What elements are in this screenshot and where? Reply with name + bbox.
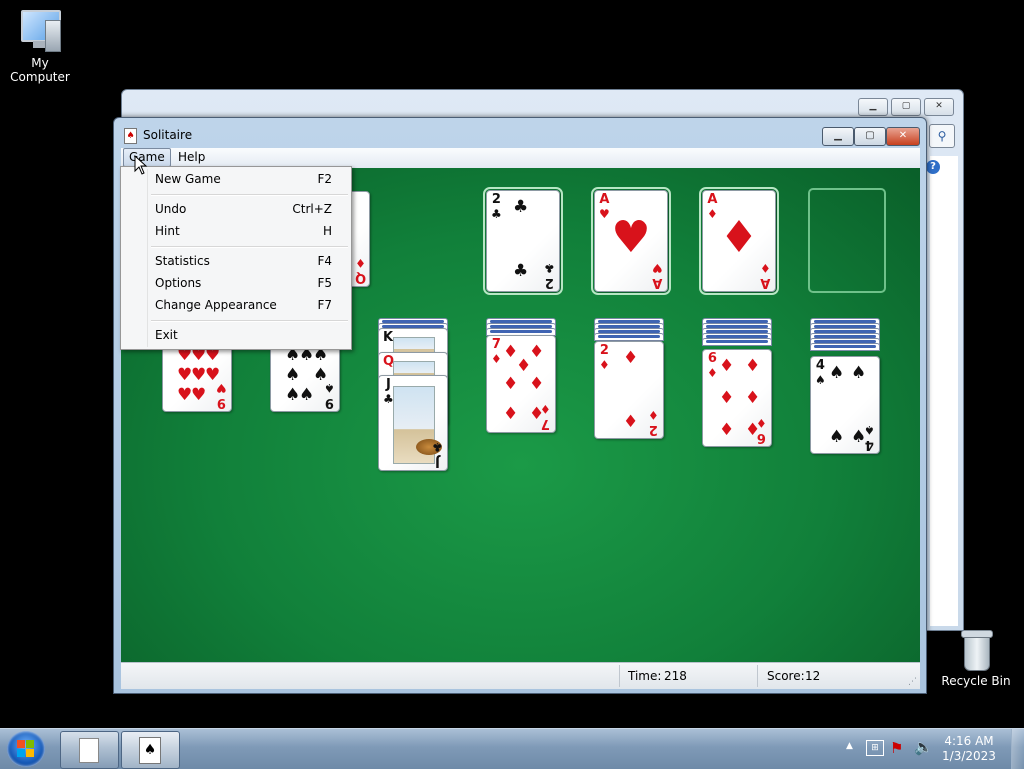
face-down-card <box>702 338 772 346</box>
menu-item-statistics[interactable]: Statistics F4 <box>155 251 332 271</box>
menu-separator <box>151 194 348 196</box>
face-down-card <box>594 333 664 341</box>
recycle-bin-label: Recycle Bin <box>941 674 1011 688</box>
resize-grip-icon[interactable]: ⋰ <box>908 677 918 687</box>
menu-item-hint[interactable]: Hint H <box>155 221 332 241</box>
menu-item-new-game[interactable]: New Game F2 <box>155 169 332 189</box>
foundation-2[interactable]: A ♥ ♥ A ♥ <box>591 187 671 295</box>
recycle-bin-desktop-icon[interactable]: Recycle Bin <box>936 630 1016 688</box>
time-label: Time: <box>628 669 662 683</box>
window-title: Solitaire <box>143 128 193 142</box>
clock-date: 1/3/2023 <box>942 749 996 763</box>
document-icon <box>79 738 99 763</box>
action-center-flag-icon[interactable]: ⚑ <box>890 739 903 757</box>
solitaire-app-icon: ♠ <box>124 128 137 144</box>
bg-maximize-button[interactable]: ▢ <box>891 98 921 116</box>
mouse-pointer-icon <box>134 155 148 175</box>
system-clock[interactable]: 4:16 AM 1/3/2023 <box>934 734 1004 764</box>
menu-separator <box>151 246 348 248</box>
menu-help[interactable]: Help <box>173 149 210 166</box>
bg-window-content <box>930 156 958 626</box>
tableau-5-card[interactable]: 2 ♦ ♦ ♦ 2 ♦ <box>594 341 664 439</box>
menu-item-change-appearance[interactable]: Change Appearance F7 <box>155 295 332 315</box>
solitaire-taskbar-icon: ♠ <box>139 737 161 764</box>
menu-bar: Game Help <box>121 148 920 168</box>
network-icon[interactable]: ⊞ <box>866 740 884 756</box>
my-computer-label: My Computer <box>10 56 70 84</box>
minimize-button[interactable]: ▁ <box>822 127 854 146</box>
menu-item-exit[interactable]: Exit <box>155 325 332 345</box>
foundation-4-empty[interactable] <box>808 188 886 293</box>
show-desktop-button[interactable] <box>1011 729 1024 769</box>
my-computer-desktop-icon[interactable]: My Computer <box>0 10 80 84</box>
menu-separator <box>151 320 348 322</box>
recycle-bin-icon <box>961 630 993 671</box>
tableau-7-card[interactable]: 4 ♠ ♠ ♠ ♠ ♠ 4 ♠ <box>810 356 880 454</box>
taskbar-document-button[interactable] <box>60 731 119 769</box>
waste-card-rank: Q ♦ <box>354 256 366 285</box>
taskbar: ♠ ▲ ⊞ ⚑ 🔈 4:16 AM 1/3/2023 <box>0 728 1024 769</box>
volume-icon[interactable]: 🔈 <box>914 738 933 756</box>
foundation-3[interactable]: A ♦ ♦ A ♦ <box>699 187 779 295</box>
clock-time: 4:16 AM <box>944 734 994 748</box>
close-button[interactable]: ✕ <box>886 127 920 146</box>
face-down-card <box>810 343 880 351</box>
show-hidden-icons-button[interactable]: ▲ <box>846 741 853 751</box>
status-bar: Time: 218 Score: 12 ⋰ <box>121 662 920 689</box>
maximize-button[interactable]: ▢ <box>854 127 886 146</box>
tableau-4-card[interactable]: 7 ♦ ♦ ♦ ♦ ♦ ♦ ♦ ♦ 7 ♦ <box>486 335 556 433</box>
help-icon[interactable]: ? <box>926 160 940 174</box>
score-value: 12 <box>805 669 821 683</box>
jack-face-art <box>393 386 442 464</box>
game-menu-dropdown: New Game F2 Undo Ctrl+Z Hint H Statistics F4… <box>120 166 352 350</box>
computer-icon <box>17 10 63 52</box>
windows-logo-icon <box>17 740 35 758</box>
foundation-1[interactable]: 2 ♣ ♣ ♣ 2 ♣ <box>483 187 563 295</box>
taskbar-solitaire-button[interactable]: ♠ <box>121 731 180 769</box>
bg-close-button[interactable]: ✕ <box>924 98 954 116</box>
menu-item-undo[interactable]: Undo Ctrl+Z <box>155 199 332 219</box>
bg-minimize-button[interactable]: ▁ <box>858 98 888 116</box>
search-icon[interactable]: ⚲ <box>929 124 955 148</box>
tableau-3-jack[interactable]: J ♣ J ♣ <box>378 375 448 471</box>
time-value: 218 <box>664 669 687 683</box>
tableau-6-card[interactable]: 6 ♦ ♦ ♦ ♦ ♦ ♦ ♦ 6 ♦ <box>702 349 772 447</box>
start-button[interactable] <box>7 731 45 767</box>
score-label: Score: <box>767 669 805 683</box>
menu-item-options[interactable]: Options F5 <box>155 273 332 293</box>
